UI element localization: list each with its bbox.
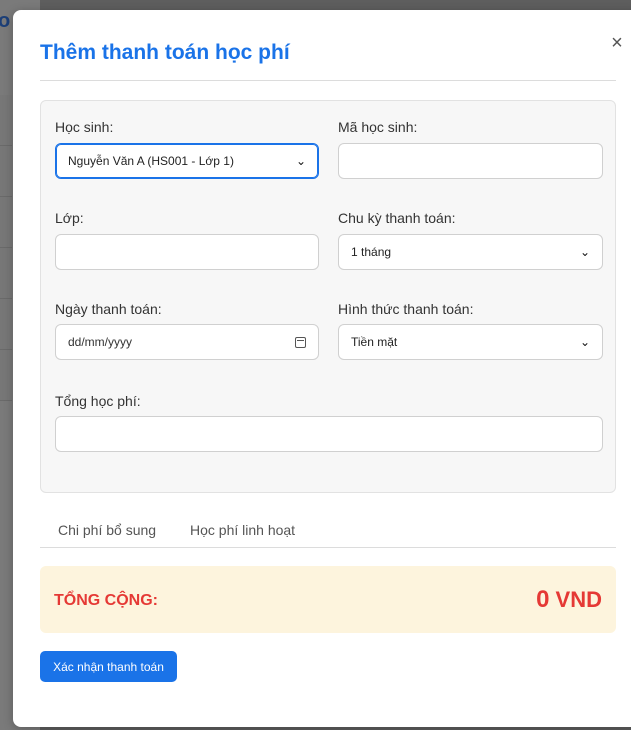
title-divider — [40, 80, 616, 81]
student-select-value: Nguyễn Văn A (HS001 - Lớp 1) — [68, 154, 234, 168]
background-row — [0, 248, 12, 299]
modal-title: Thêm thanh toán học phí — [40, 41, 290, 64]
payment-form: Học sinh: Nguyễn Văn A (HS001 - Lớp 1) ⌄… — [40, 100, 616, 493]
total-label: TỔNG CỘNG: — [54, 592, 158, 609]
total-fee-input[interactable] — [55, 416, 603, 452]
total-fee-label: Tổng học phí: — [55, 393, 141, 409]
tab-flexible-tuition[interactable]: Học phí linh hoạt — [190, 522, 295, 538]
student-label: Học sinh: — [55, 119, 114, 135]
payment-date-label: Ngày thanh toán: — [55, 301, 162, 317]
payment-cycle-label: Chu kỳ thanh toán: — [338, 210, 456, 226]
close-icon[interactable]: × — [610, 33, 624, 53]
payment-cycle-value: 1 tháng — [351, 245, 392, 259]
background-table — [0, 95, 12, 401]
chevron-down-icon: ⌄ — [295, 154, 306, 168]
student-select[interactable]: Nguyễn Văn A (HS001 - Lớp 1) ⌄ — [55, 143, 319, 179]
payment-date-input[interactable]: dd/mm/yyyy — [55, 324, 319, 360]
add-tuition-payment-modal: × Thêm thanh toán học phí Học sinh: Nguy… — [13, 10, 631, 727]
class-label: Lớp: — [55, 210, 84, 226]
student-id-label: Mã học sinh: — [338, 119, 418, 135]
payment-method-select[interactable]: Tiền mặt ⌄ — [338, 324, 603, 360]
calendar-icon[interactable] — [295, 336, 306, 348]
payment-cycle-select[interactable]: 1 tháng ⌄ — [338, 234, 603, 270]
total-summary: TỔNG CỘNG: 0 VND — [40, 566, 616, 633]
confirm-payment-button[interactable]: Xác nhận thanh toán — [40, 651, 177, 682]
tabs-bar: Chi phí bổ sung Học phí linh hoạt — [40, 522, 616, 548]
tab-additional-costs[interactable]: Chi phí bổ sung — [58, 522, 156, 538]
total-amount-number: 0 — [536, 586, 550, 613]
background-row — [0, 299, 12, 350]
background-row — [0, 197, 12, 248]
class-input[interactable] — [55, 234, 319, 270]
payment-date-placeholder: dd/mm/yyyy — [68, 335, 133, 349]
total-currency: VND — [555, 587, 602, 612]
chevron-down-icon: ⌄ — [579, 335, 590, 349]
student-id-input[interactable] — [338, 143, 603, 179]
chevron-down-icon: ⌄ — [579, 245, 590, 259]
payment-method-label: Hình thức thanh toán: — [338, 301, 474, 317]
background-heading-fragment: o — [0, 10, 11, 32]
total-amount: 0 VND — [536, 586, 602, 614]
background-row — [0, 146, 12, 197]
payment-method-value: Tiền mặt — [351, 335, 398, 349]
background-row — [0, 95, 12, 146]
background-row — [0, 350, 12, 401]
